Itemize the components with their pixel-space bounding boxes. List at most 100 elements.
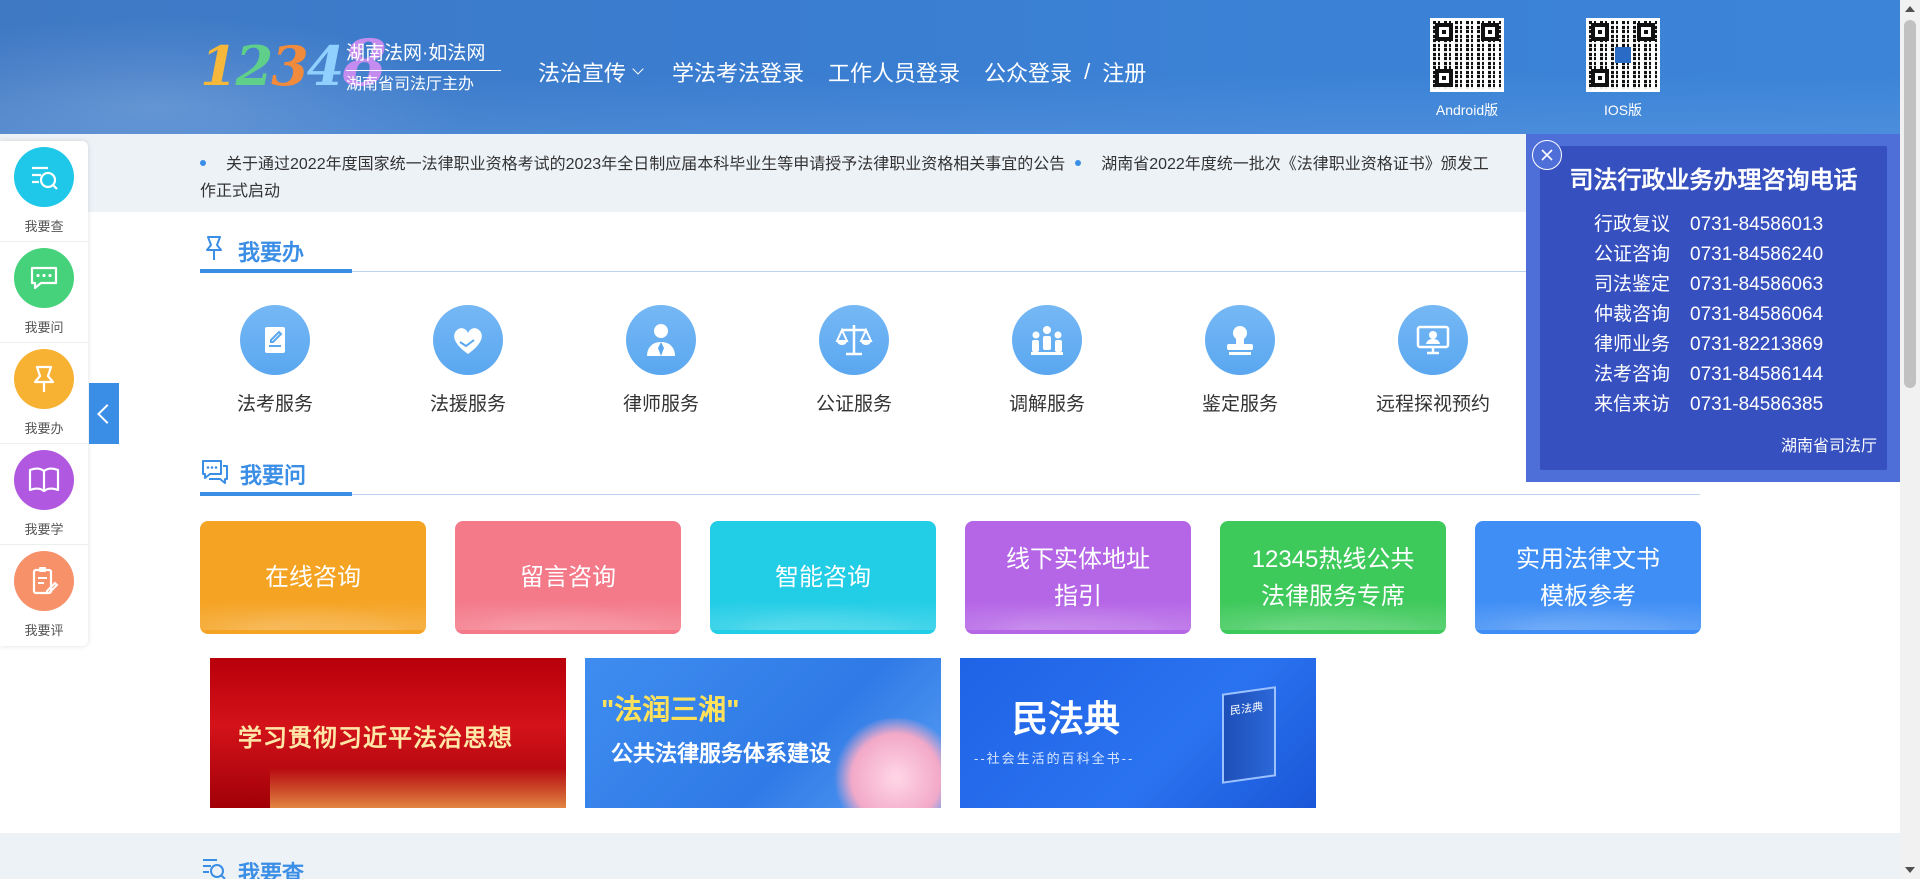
section-divider	[200, 492, 1700, 496]
site-header: 12348 湖南法网·如法网 湖南省司法厅主办 法治宣传 学法考法登录 工作人员…	[0, 0, 1900, 134]
service-item[interactable]: 远程探视预约	[1358, 305, 1508, 416]
hotline-list: 行政复议 0731-84586013 公证咨询 0731-84586240 司法鉴定…	[1594, 210, 1823, 420]
section-title-text: 我要办	[238, 239, 305, 265]
service-item[interactable]: 调解服务	[972, 305, 1122, 416]
page-scrollbar[interactable]	[1900, 0, 1920, 879]
service-label: 法考服务	[236, 394, 313, 415]
service-label: 公证服务	[815, 394, 892, 415]
chat-bubble-icon	[14, 248, 74, 308]
hotline-panel: 司法行政业务办理咨询电话 行政复议 0731-84586013 公证咨询 0731-…	[1526, 134, 1901, 482]
service-label: 调解服务	[1008, 394, 1085, 415]
clipboard-pen-icon	[14, 551, 74, 611]
nav-study-exam-login[interactable]: 学法考法登录	[672, 56, 804, 88]
ask-card-message[interactable]: 留言咨询	[455, 521, 681, 634]
service-item[interactable]: 法考服务	[200, 305, 350, 416]
hotline-row: 仲裁咨询 0731-84586064	[1594, 300, 1823, 330]
quick-menu-ask[interactable]: 我要问	[0, 242, 88, 343]
service-item[interactable]: 律师服务	[586, 305, 736, 416]
chevron-left-icon	[97, 403, 117, 424]
video-monitor-icon	[1398, 305, 1468, 375]
ask-card-12345-hotline[interactable]: 12345热线公共 法律服务专席	[1220, 521, 1446, 634]
nav-register[interactable]: 注册	[1102, 56, 1146, 88]
service-item[interactable]: 法援服务	[393, 305, 543, 416]
banner-text: 学习贯彻习近平法治思想	[238, 725, 513, 752]
scroll-up-arrow-icon[interactable]	[1900, 0, 1920, 18]
ask-card-label: 12345热线公共 法律服务专席	[1251, 545, 1415, 610]
banner-farun-sanxiang[interactable]: "法润三湘" 公共法律服务体系建设	[585, 658, 941, 808]
book-illustration: 民法典	[1222, 686, 1276, 784]
chevron-down-icon[interactable]	[632, 63, 644, 75]
hotline-number: 0731-84586144	[1690, 364, 1824, 385]
qr-android[interactable]: Android版	[1430, 18, 1504, 120]
service-label: 法援服务	[429, 394, 506, 415]
hotline-title: 司法行政业务办理咨询电话	[1569, 167, 1858, 194]
app-logo-icon	[1615, 47, 1631, 63]
ask-card-online[interactable]: 在线咨询	[200, 521, 426, 634]
ask-card-label: 留言咨询	[520, 564, 616, 591]
ask-card-smart[interactable]: 智能咨询	[710, 521, 936, 634]
section-title-do: 我要办	[200, 234, 304, 267]
hotline-panel-inner: 司法行政业务办理咨询电话 行政复议 0731-84586013 公证咨询 0731-…	[1540, 146, 1887, 470]
search-list-icon	[200, 855, 228, 879]
quick-menu-label: 我要查	[24, 219, 64, 234]
hotline-row: 法考咨询 0731-84586144	[1594, 360, 1823, 390]
book-title: 民法典	[1230, 701, 1263, 718]
hotline-number: 0731-84586064	[1690, 304, 1824, 325]
nav-staff-login[interactable]: 工作人员登录	[828, 56, 960, 88]
service-item[interactable]: 鉴定服务	[1165, 305, 1315, 416]
hotline-category: 行政复议	[1594, 214, 1671, 235]
mediation-people-icon	[1012, 305, 1082, 375]
nav-legal-publicity[interactable]: 法治宣传	[538, 56, 626, 88]
service-grid: 法考服务 法援服务 律师服务 公证服务 调解服务 鉴定服务 远程探视预约	[200, 305, 1540, 425]
search-list-icon	[14, 147, 74, 207]
close-icon	[1541, 149, 1553, 161]
service-item[interactable]: 公证服务	[779, 305, 929, 416]
pin-icon	[200, 234, 228, 267]
collapse-menu-button[interactable]	[89, 383, 119, 444]
section-title-ask: 我要问	[200, 457, 306, 490]
section-title-text: 我要问	[240, 462, 307, 488]
service-label: 鉴定服务	[1201, 394, 1278, 415]
scrollbar-thumb[interactable]	[1904, 20, 1916, 388]
hotline-row: 司法鉴定 0731-84586063	[1594, 270, 1823, 300]
banner-rule-of-law-thought[interactable]: 学习贯彻习近平法治思想	[210, 658, 566, 808]
hotline-number: 0731-82213869	[1690, 334, 1824, 355]
notice-list: 关于通过2022年度国家统一法律职业资格考试的2023年全日制应届本科毕业生等申…	[200, 151, 1500, 205]
qr-ios[interactable]: IOS版	[1586, 18, 1660, 120]
flower-decoration	[831, 718, 941, 808]
hotline-row: 律师业务 0731-82213869	[1594, 330, 1823, 360]
bullet-dot-icon	[200, 160, 206, 167]
main-nav: 法治宣传 学法考法登录 工作人员登录 公众登录 / 注册	[538, 56, 1146, 88]
heart-handshake-icon	[433, 305, 503, 375]
quick-menu-check[interactable]: 我要查	[0, 141, 88, 242]
notice-item[interactable]: 关于通过2022年度国家统一法律职业资格考试的2023年全日制应届本科毕业生等申…	[226, 156, 1065, 173]
quick-menu-learn[interactable]: 我要学	[0, 444, 88, 545]
quick-menu-label: 我要评	[24, 623, 64, 638]
logo-host: 湖南省司法厅主办	[346, 76, 475, 93]
site-logo[interactable]: 12348 湖南法网·如法网 湖南省司法厅主办	[200, 28, 501, 108]
hotline-row: 公证咨询 0731-84586240	[1594, 240, 1823, 270]
quick-menu-label: 我要办	[24, 421, 64, 436]
hotline-number: 0731-84586013	[1690, 214, 1824, 235]
service-label: 律师服务	[622, 394, 699, 415]
quick-menu-rate[interactable]: 我要评	[0, 545, 88, 646]
section-title-check: 我要查	[200, 855, 304, 879]
ask-card-offline-address[interactable]: 线下实体地址 指引	[965, 521, 1191, 634]
ask-card-label: 实用法律文书 模板参考	[1516, 545, 1660, 610]
banner-civil-code[interactable]: 民法典 --社会生活的百科全书-- 民法典	[960, 658, 1316, 808]
hotline-number: 0731-84586385	[1690, 394, 1824, 415]
qr-code-image	[1430, 18, 1504, 92]
close-hotline-button[interactable]	[1532, 140, 1562, 170]
scroll-down-arrow-icon[interactable]	[1900, 861, 1920, 879]
section-title-text: 我要查	[238, 860, 305, 879]
city-skyline-glow	[270, 768, 566, 808]
service-label: 远程探视预约	[1375, 394, 1490, 415]
nav-public-login[interactable]: 公众登录	[984, 56, 1072, 88]
ask-card-legal-templates[interactable]: 实用法律文书 模板参考	[1475, 521, 1701, 634]
hotline-row: 行政复议 0731-84586013	[1594, 210, 1823, 240]
hotline-footer: 湖南省司法厅	[1780, 438, 1877, 455]
banner-subtitle: --社会生活的百科全书--	[974, 751, 1135, 766]
quick-menu-label: 我要学	[24, 522, 64, 537]
quick-menu-do[interactable]: 我要办	[0, 343, 88, 444]
ask-card-label: 在线咨询	[265, 564, 361, 591]
